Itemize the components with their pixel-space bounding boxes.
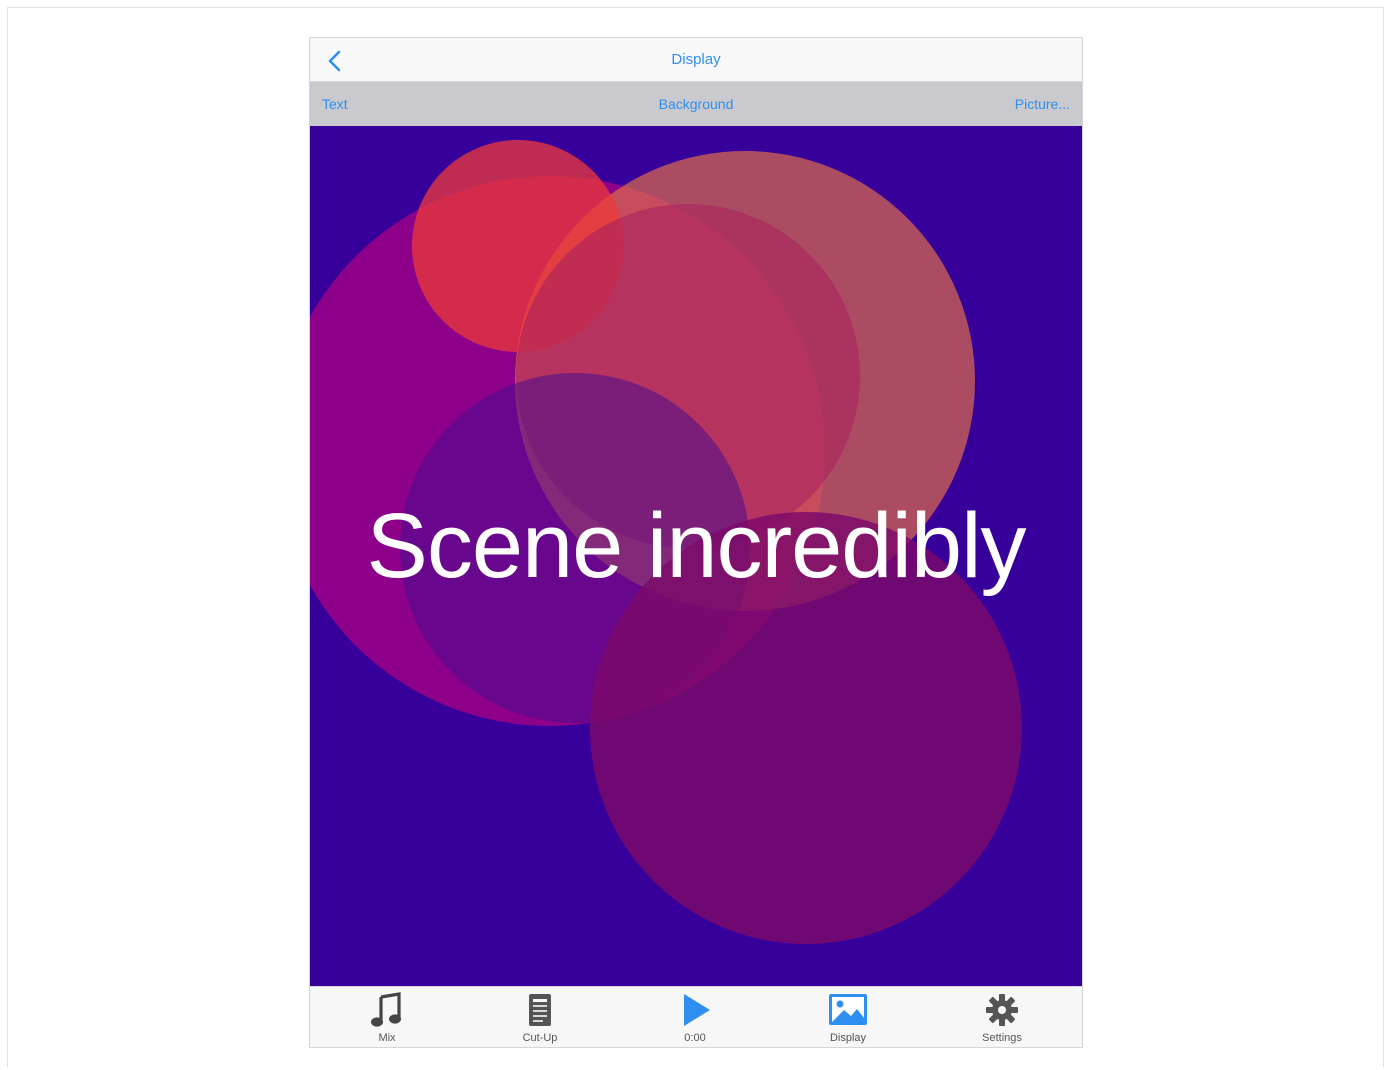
display-preview: Scene incredibly bbox=[310, 126, 1082, 986]
tab-settings-label: Settings bbox=[982, 1032, 1022, 1044]
tab-display[interactable]: Display bbox=[798, 991, 898, 1044]
tab-mix-label: Mix bbox=[378, 1032, 396, 1044]
display-options-bar: Text Background Picture... bbox=[310, 82, 1082, 126]
tab-cut-up[interactable]: Cut-Up bbox=[490, 991, 590, 1044]
navigation-bar: Display bbox=[310, 38, 1082, 82]
music-note-icon bbox=[371, 992, 401, 1027]
tab-bar: Mix Cut-Up 0:00 Display Settings bbox=[310, 986, 1082, 1047]
tab-mix[interactable]: Mix bbox=[337, 991, 437, 1044]
play-icon bbox=[684, 994, 710, 1026]
app-screen: Display Text Background Picture... Scene… bbox=[309, 37, 1083, 1048]
page-title: Display bbox=[671, 51, 721, 68]
tab-display-label: Display bbox=[829, 1032, 867, 1044]
background-option-button[interactable]: Background bbox=[310, 96, 1082, 112]
picture-option-button[interactable]: Picture... bbox=[1015, 96, 1070, 112]
picture-icon bbox=[829, 994, 867, 1025]
tab-cut-up-label: Cut-Up bbox=[522, 1032, 558, 1044]
scene-caption: Scene incredibly bbox=[366, 495, 1026, 597]
tab-play[interactable]: 0:00 bbox=[645, 991, 745, 1044]
gear-icon bbox=[986, 994, 1018, 1026]
playback-time: 0:00 bbox=[684, 1032, 706, 1044]
tab-settings[interactable]: Settings bbox=[952, 991, 1052, 1044]
document-icon bbox=[529, 994, 551, 1026]
